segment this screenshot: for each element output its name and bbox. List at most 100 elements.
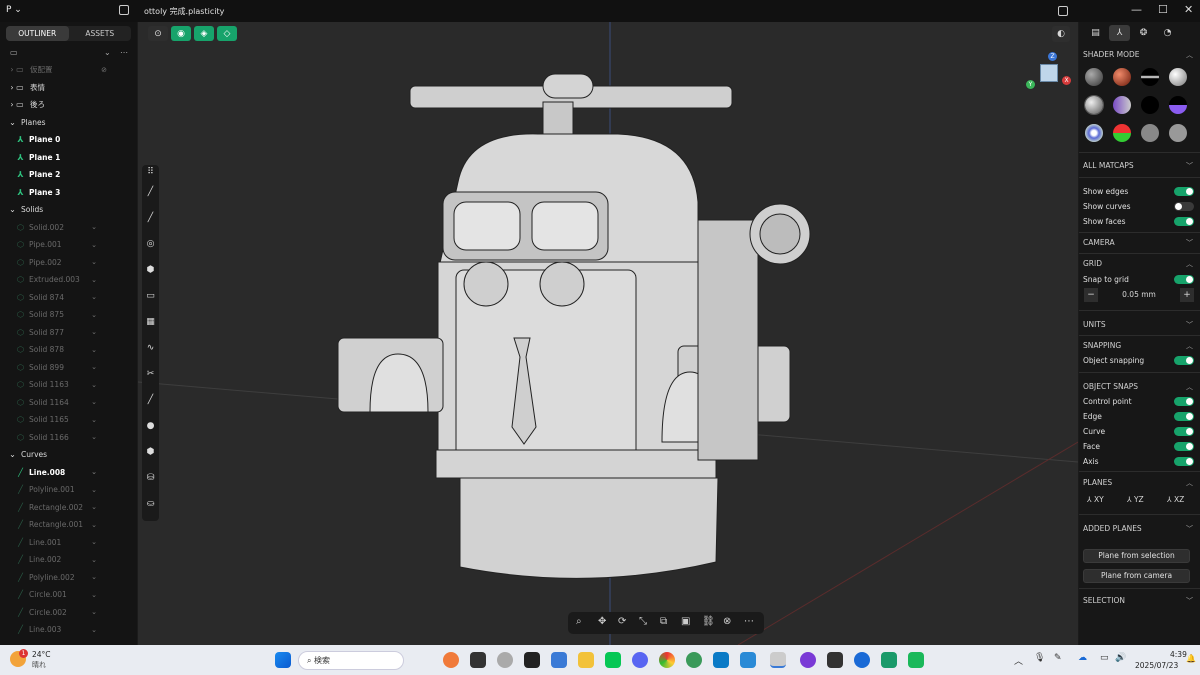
outliner-item[interactable]: ⬡ Solid.002 ⌄ [0, 219, 137, 237]
copy-icon[interactable]: ▣ [681, 616, 690, 627]
visibility-chevron-icon[interactable]: ⌄ [91, 591, 97, 599]
outliner-item[interactable]: ╱ Line.008 ⌄ [0, 464, 137, 482]
visibility-chevron-icon[interactable]: ⌄ [91, 626, 97, 634]
view-cube-icon[interactable] [1040, 64, 1058, 82]
matcap-grey[interactable] [1141, 124, 1159, 142]
plane-xz-button[interactable]: ⅄ XZ [1167, 495, 1184, 504]
close-icon[interactable]: ✕ [1184, 3, 1193, 16]
line-tool-icon[interactable]: ╱ [142, 187, 159, 197]
curve-tool-icon[interactable]: ∿ [142, 343, 159, 353]
speaker-icon[interactable]: 🔊 [1115, 653, 1126, 663]
visibility-chevron-icon[interactable]: ⌄ [91, 486, 97, 494]
gizmo-y[interactable]: Y [1026, 80, 1035, 89]
plane-from-selection-button[interactable]: Plane from selection [1083, 549, 1190, 563]
polygon-tool-icon[interactable]: ⬢ [142, 265, 159, 275]
app-menu[interactable]: P ⌄ [6, 5, 22, 15]
app-icon-5[interactable] [551, 652, 567, 668]
boolean-icon[interactable]: ⊗ [723, 616, 731, 627]
outliner-item[interactable]: ╱ Rectangle.001 ⌄ [0, 516, 137, 534]
rotate-icon[interactable]: ⟳ [618, 616, 626, 627]
sidebar-toggle-icon[interactable] [119, 5, 129, 15]
outliner-group[interactable]: ⌄ Solids [0, 201, 137, 219]
decrement-button[interactable]: − [1084, 288, 1098, 302]
search-box[interactable]: ⌕ 検索 [298, 651, 404, 670]
plane-yz-button[interactable]: ⅄ YZ [1127, 495, 1144, 504]
brush-icon[interactable]: ╱ [142, 395, 159, 405]
matcap-white[interactable] [1169, 68, 1187, 86]
hidden-icon[interactable]: ⊘ [101, 66, 107, 74]
visibility-chevron-icon[interactable]: ⌄ [91, 381, 97, 389]
matcap-black[interactable] [1141, 96, 1159, 114]
outliner-item[interactable]: ╱ Line.002 ⌄ [0, 551, 137, 569]
cloud-icon[interactable]: ☁ [1078, 653, 1087, 663]
rectangle-tool-icon[interactable]: ▦ [142, 317, 159, 327]
microphone-icon[interactable]: 🎙 [1034, 653, 1045, 663]
outliner-item[interactable]: ⬡ Solid 899 ⌄ [0, 359, 137, 377]
chrome-icon[interactable] [659, 652, 675, 668]
sphere-icon[interactable]: ● [142, 421, 159, 431]
visibility-chevron-icon[interactable]: ⌄ [91, 293, 97, 301]
outliner-item[interactable]: ⬡ Solid 1164 ⌄ [0, 394, 137, 412]
tab-outliner[interactable]: OUTLINER [6, 26, 69, 41]
select-mode-vertex-icon[interactable]: ◉ [171, 26, 191, 41]
outliner-item[interactable]: ⅄ Plane 2 [0, 166, 137, 184]
tab-render-icon[interactable]: ❂ [1133, 25, 1154, 41]
visibility-chevron-icon[interactable]: ⌄ [91, 573, 97, 581]
visibility-chevron-icon[interactable]: ⌄ [91, 363, 97, 371]
added-planes-header[interactable]: ADDED PLANES ﹀ [1083, 524, 1195, 533]
grip-icon[interactable]: ⠿ [142, 167, 159, 177]
visibility-chevron-icon[interactable]: ⌄ [91, 311, 97, 319]
outliner-item[interactable]: › ▭ 後ろ [0, 96, 137, 114]
grid-header[interactable]: GRID ︿ [1083, 259, 1195, 268]
plane-from-camera-button[interactable]: Plane from camera [1083, 569, 1190, 583]
tab-snap-icon[interactable]: ⅄ [1109, 25, 1130, 41]
gizmo-z[interactable]: Z [1048, 52, 1057, 61]
notification-icon[interactable]: 🔔 [1186, 654, 1196, 663]
app-icon-10[interactable] [827, 652, 843, 668]
outliner-item[interactable]: › ▭ 仮配置 ⊘ [0, 61, 137, 79]
matcap-normal[interactable] [1113, 124, 1131, 142]
control-point-toggle[interactable] [1174, 397, 1194, 406]
outliner-item[interactable]: ╱ Line.001 ⌄ [0, 534, 137, 552]
matcap-clay[interactable] [1084, 95, 1104, 115]
duplicate-icon[interactable]: ⧉ [660, 616, 667, 627]
outliner-item[interactable]: ⅄ Plane 3 [0, 184, 137, 202]
circle-tool-icon[interactable]: ◎ [142, 239, 159, 249]
increment-button[interactable]: + [1180, 288, 1194, 302]
visibility-chevron-icon[interactable]: ⌄ [91, 258, 97, 266]
visibility-chevron-icon[interactable]: ⌄ [91, 538, 97, 546]
tab-assets[interactable]: ASSETS [69, 26, 132, 41]
tab-layers-icon[interactable]: ▤ [1085, 25, 1106, 41]
visibility-chevron-icon[interactable]: ⌄ [91, 328, 97, 336]
select-mode-edge-icon[interactable]: ◈ [194, 26, 214, 41]
clock-date[interactable]: 2025/07/23 [1135, 661, 1178, 670]
app-icon-11[interactable] [854, 652, 870, 668]
outliner-item[interactable]: ╱ Circle.002 ⌄ [0, 604, 137, 622]
shader-mode-header[interactable]: SHADER MODE ︿ [1083, 50, 1195, 59]
start-icon[interactable] [275, 652, 291, 668]
edge-toggle[interactable] [1174, 412, 1194, 421]
move-icon[interactable]: ✥ [598, 616, 606, 627]
cylinder-icon[interactable]: ⛁ [142, 473, 159, 483]
more-icon[interactable]: ⋯ [120, 48, 128, 57]
select-mode-face-icon[interactable]: ◇ [217, 26, 237, 41]
app-icon-9[interactable] [800, 652, 816, 668]
show-curves-toggle[interactable] [1174, 202, 1194, 211]
matcap-red[interactable] [1113, 68, 1131, 86]
zoom-icon[interactable]: ⌕ [576, 616, 582, 627]
outliner-item[interactable]: ╱ Circle.001 ⌄ [0, 586, 137, 604]
outliner-item[interactable]: ⬡ Pipe.002 ⌄ [0, 254, 137, 272]
box-tool-icon[interactable]: ▭ [142, 291, 159, 301]
scissors-icon[interactable]: ✂ [142, 369, 159, 379]
matcap-blue[interactable] [1085, 124, 1103, 142]
3d-viewport[interactable]: ⊙ ◉ ◈ ◇ ⠿ ╱ ╱ ◎ ⬢ ▭ ▦ ∿ ✂ ╱ ● ⬢ ⛁ ⛀ Z X … [138, 22, 1078, 645]
outliner-item[interactable]: ⬡ Solid 874 ⌄ [0, 289, 137, 307]
chevron-down-icon[interactable]: ⌄ [104, 48, 111, 57]
display-icon[interactable]: ▭ [1100, 653, 1109, 663]
app-icon-8[interactable] [740, 652, 756, 668]
outliner-item[interactable]: ╱ Polyline.002 ⌄ [0, 569, 137, 587]
visibility-chevron-icon[interactable]: ⌄ [91, 503, 97, 511]
line-icon[interactable] [605, 652, 621, 668]
outliner-item[interactable]: ⬡ Solid 877 ⌄ [0, 324, 137, 342]
pen-tool-icon[interactable]: ╱ [142, 213, 159, 223]
